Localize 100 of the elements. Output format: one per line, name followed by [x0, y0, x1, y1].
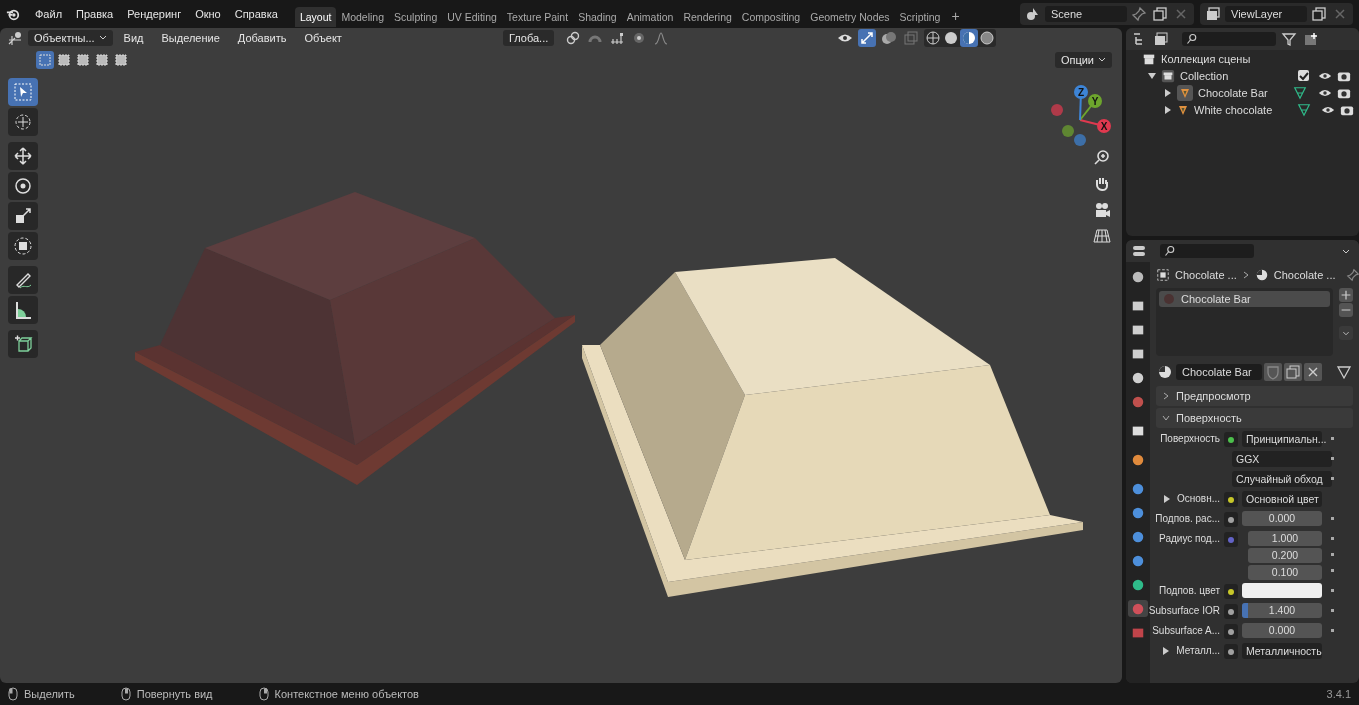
link-field[interactable]: Основной цвет — [1242, 491, 1322, 507]
search-field[interactable] — [1182, 32, 1276, 46]
workspace-tab[interactable]: Scripting — [894, 7, 946, 27]
number-field[interactable]: 1.000 — [1248, 531, 1322, 546]
link-field[interactable]: Металличность — [1242, 643, 1322, 659]
menu-item[interactable]: Окно — [188, 8, 228, 20]
workspace-tab[interactable]: Shading — [573, 7, 622, 27]
workspace-tab[interactable]: Rendering — [678, 7, 737, 27]
material-browse-icon[interactable] — [1156, 363, 1174, 381]
menu-item[interactable]: Справка — [227, 8, 285, 20]
remove-icon[interactable] — [1339, 303, 1353, 317]
tool-button[interactable] — [8, 232, 38, 260]
expand-arrow-icon[interactable] — [1162, 495, 1171, 503]
workspace-tab[interactable]: Layout — [294, 7, 337, 27]
overlays-icon[interactable] — [880, 29, 898, 47]
grid-icon[interactable] — [1092, 226, 1112, 246]
material-slot[interactable]: Chocolate Bar — [1159, 291, 1330, 307]
blender-logo-icon[interactable] — [6, 7, 20, 21]
socket-button[interactable] — [1224, 492, 1238, 507]
tool-button[interactable] — [8, 142, 38, 170]
view-layer-field[interactable]: ViewLayer — [1225, 6, 1307, 22]
navigation-gizmo[interactable]: X Y Z — [1045, 82, 1115, 152]
menu-item[interactable]: Объект — [297, 32, 349, 44]
socket-dot[interactable] — [1228, 588, 1234, 595]
menu-item[interactable]: Правка — [69, 8, 121, 20]
mesh-data-icon[interactable] — [1292, 85, 1307, 100]
socket-dot[interactable] — [1228, 628, 1234, 635]
tool-button[interactable] — [8, 330, 38, 358]
collection-label[interactable]: Collection — [1180, 69, 1229, 82]
gizmo-toggle-icon[interactable] — [858, 29, 876, 47]
chevron-down-icon[interactable] — [1339, 326, 1353, 340]
socket-dot[interactable] — [1228, 496, 1234, 503]
solid-shading-icon[interactable] — [942, 29, 960, 47]
wireframe-shading-icon[interactable] — [924, 29, 942, 47]
new-collection-icon[interactable] — [1302, 30, 1320, 48]
rendered-shading-icon[interactable] — [978, 29, 996, 47]
mesh-data-icon[interactable] — [1297, 102, 1312, 117]
material-name-field[interactable]: Chocolate Bar — [1176, 364, 1262, 380]
options-dropdown[interactable]: Опции — [1054, 52, 1112, 68]
socket-dot[interactable] — [1228, 648, 1234, 655]
number-field[interactable]: 0.100 — [1248, 565, 1322, 580]
copy-icon[interactable] — [1151, 5, 1169, 23]
image-stack-icon[interactable] — [1152, 30, 1170, 48]
image-stack-icon[interactable] — [1204, 5, 1222, 23]
tool-button[interactable] — [8, 172, 38, 200]
disclosure-triangle-icon[interactable] — [1148, 71, 1156, 80]
tool-button[interactable] — [8, 202, 38, 230]
object-label[interactable]: Chocolate Bar — [1198, 86, 1268, 99]
number-field[interactable]: 0.000 — [1242, 511, 1322, 526]
workspace-tab[interactable]: Geometry Nodes — [805, 7, 895, 27]
add-workspace-button[interactable]: + — [945, 8, 966, 24]
pin-icon[interactable] — [1345, 268, 1359, 282]
menu-item[interactable]: Добавить — [230, 32, 294, 44]
dropdown[interactable]: Случайный обход — [1232, 471, 1332, 487]
scene-collection-label[interactable]: Коллекция сцены — [1161, 52, 1251, 65]
menu-item[interactable]: Вид — [116, 32, 151, 44]
socket-button[interactable] — [1224, 432, 1238, 447]
workspace-tab[interactable]: UV Editing — [442, 7, 502, 27]
tool-button[interactable] — [8, 296, 38, 324]
checkbox[interactable] — [1298, 70, 1309, 81]
expand-arrow-icon[interactable] — [1162, 647, 1171, 655]
number-field[interactable]: 0.000 — [1242, 623, 1322, 638]
panel-header[interactable]: Предпросмотр — [1156, 386, 1353, 406]
dropdown[interactable]: GGX — [1232, 451, 1332, 467]
color-swatch[interactable] — [1242, 583, 1322, 598]
add-icon[interactable] — [1339, 288, 1353, 302]
workspace-tab[interactable]: Modeling — [336, 7, 390, 27]
socket-dot[interactable] — [1228, 608, 1234, 615]
socket-button[interactable] — [1224, 584, 1238, 599]
material-shading-icon[interactable] — [960, 29, 978, 47]
socket-dot[interactable] — [1228, 516, 1234, 523]
workspace-tab[interactable]: Texture Paint — [501, 7, 574, 27]
socket-button[interactable] — [1224, 644, 1238, 659]
socket-dot[interactable] — [1228, 436, 1234, 443]
filter-icon[interactable] — [1280, 30, 1298, 48]
tool-button[interactable] — [8, 266, 38, 294]
copy-icon[interactable] — [1310, 5, 1328, 23]
orientation-dropdown[interactable]: Глоба... — [502, 30, 555, 46]
editor-type-icon[interactable] — [6, 29, 24, 47]
search-field[interactable] — [1160, 244, 1254, 258]
panel-header[interactable]: Поверхность — [1156, 408, 1353, 428]
menu-item[interactable]: Рендеринг — [120, 8, 189, 20]
socket-button[interactable] — [1224, 604, 1238, 619]
number-field[interactable]: 0.200 — [1248, 548, 1322, 563]
socket-dot[interactable] — [1228, 536, 1234, 543]
close-icon[interactable] — [1304, 363, 1322, 381]
workspace-tab[interactable]: Sculpting — [389, 7, 443, 27]
socket-button[interactable] — [1224, 624, 1238, 639]
object-label[interactable]: White chocolate — [1194, 103, 1273, 116]
scene-field[interactable]: Scene — [1045, 6, 1127, 22]
slider-field[interactable]: 1.400 — [1242, 603, 1322, 618]
menu-item[interactable]: Файл — [28, 8, 70, 20]
copy-icon[interactable] — [1284, 363, 1302, 381]
node-link-icon[interactable] — [1335, 363, 1353, 381]
mode-dropdown[interactable]: Объектны... — [28, 30, 113, 46]
workspace-tab[interactable]: Animation — [621, 7, 679, 27]
pin-icon[interactable] — [1130, 5, 1148, 23]
workspace-tab[interactable]: Compositing — [736, 7, 806, 27]
menu-item[interactable]: Выделение — [154, 32, 227, 44]
socket-button[interactable] — [1224, 512, 1238, 527]
